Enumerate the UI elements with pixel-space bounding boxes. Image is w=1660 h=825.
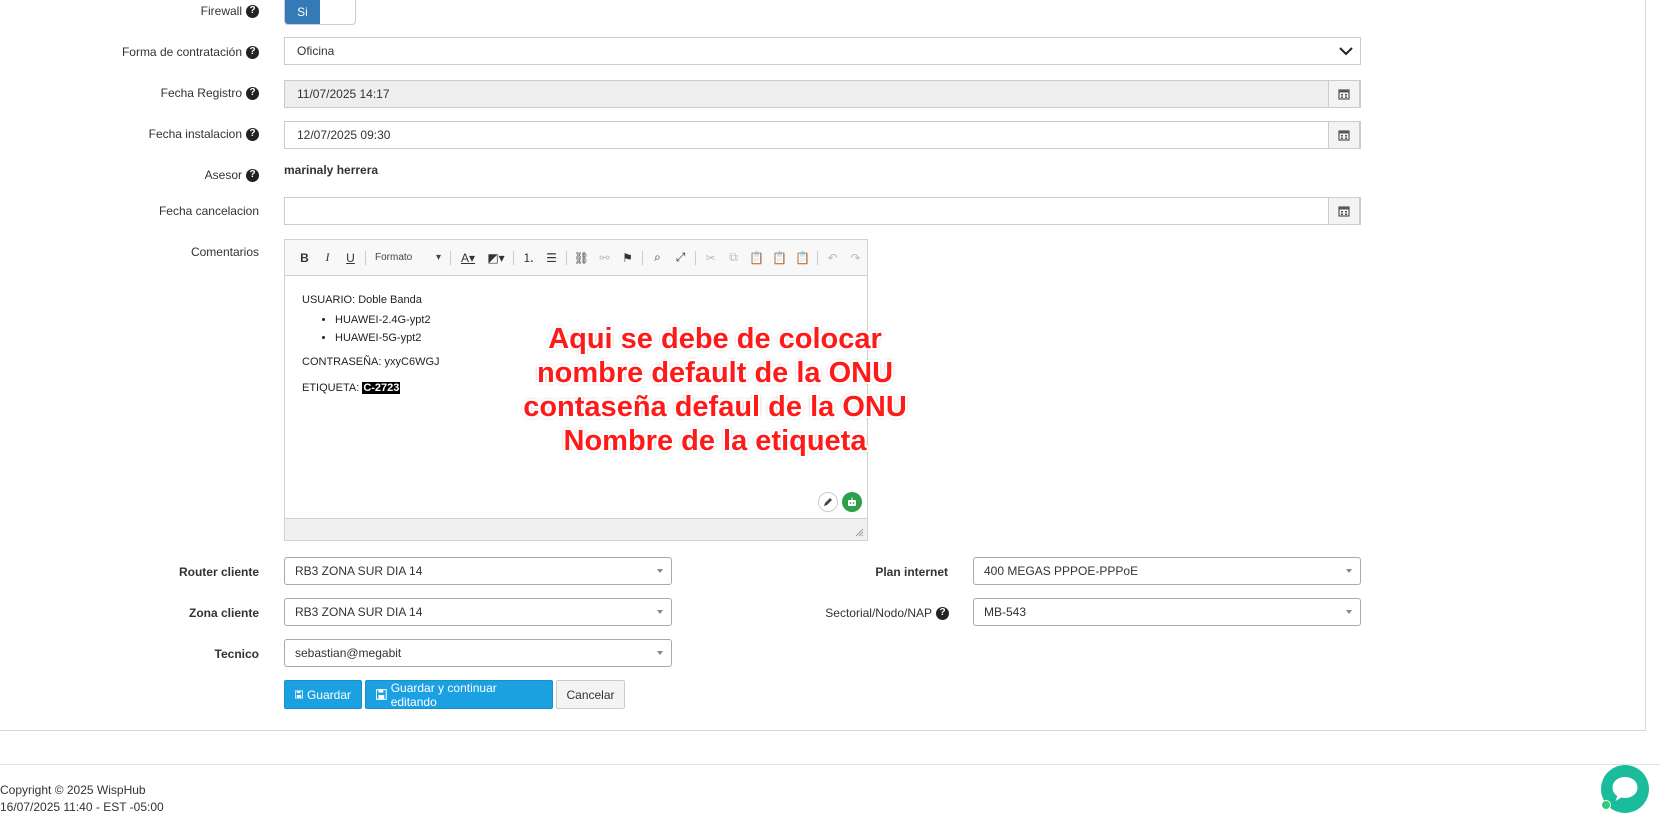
- comments-label: Comentarios: [190, 245, 259, 259]
- sector-select[interactable]: MB-543: [973, 598, 1361, 626]
- online-status-dot: [1601, 800, 1611, 810]
- link-icon[interactable]: ⛓: [570, 247, 593, 269]
- calendar-icon: [1338, 206, 1350, 217]
- help-icon[interactable]: ?: [246, 168, 259, 182]
- floppy-icon: [295, 690, 303, 699]
- plan-label: Plan internet: [875, 565, 948, 579]
- zone-select[interactable]: RB3 ZONA SUR DIA 14: [284, 598, 672, 626]
- caret-down-icon: [1346, 569, 1352, 573]
- toolbar-separator: [450, 250, 451, 265]
- italic-icon[interactable]: I: [316, 247, 339, 269]
- save-continue-button[interactable]: Guardar y continuar editando: [365, 680, 553, 709]
- bold-icon[interactable]: B: [293, 247, 316, 269]
- advisor-label: Asesor ?: [205, 168, 259, 182]
- firewall-toggle[interactable]: Si: [284, 0, 356, 25]
- toolbar-separator: [817, 250, 818, 265]
- calendar-icon: [1338, 89, 1350, 100]
- router-label: Router cliente: [178, 565, 259, 579]
- footer-divider: [0, 764, 1660, 765]
- chat-bubble-icon: [1612, 777, 1638, 801]
- calendar-button[interactable]: [1328, 80, 1360, 108]
- bulleted-list-icon[interactable]: ☰: [540, 247, 563, 269]
- zone-label: Zona cliente: [188, 606, 259, 620]
- caret-down-icon: [657, 610, 663, 614]
- install-date-field[interactable]: 12/07/2025 09:30: [284, 121, 1361, 149]
- cut-icon[interactable]: ✂: [699, 247, 722, 269]
- copyright: Copyright © 2025 WispHub: [0, 783, 146, 797]
- footer-datetime: 16/07/2025 11:40 - EST -05:00: [0, 800, 164, 814]
- install-date-label: Fecha instalacion ?: [149, 127, 259, 141]
- save-button[interactable]: Guardar: [284, 680, 362, 709]
- calendar-button[interactable]: [1328, 197, 1360, 225]
- toolbar-separator: [642, 250, 643, 265]
- floppy-icon: [376, 689, 387, 700]
- calendar-icon: [1338, 130, 1350, 141]
- advisor-value: marinaly herrera: [284, 163, 379, 177]
- toolbar-separator: [695, 250, 696, 265]
- cancel-date-label: Fecha cancelacion: [158, 204, 259, 218]
- text-color-icon[interactable]: A▾: [454, 247, 482, 269]
- assistant-icon[interactable]: [842, 492, 862, 512]
- calendar-button[interactable]: [1328, 121, 1360, 149]
- cancel-button[interactable]: Cancelar: [556, 680, 625, 709]
- maximize-icon[interactable]: ⤢: [669, 247, 692, 269]
- register-date-label: Fecha Registro ?: [161, 86, 259, 100]
- paste-word-icon[interactable]: 📋: [791, 247, 814, 269]
- pen-icon[interactable]: [818, 492, 838, 512]
- help-icon[interactable]: ?: [246, 45, 259, 59]
- help-icon[interactable]: ?: [936, 606, 949, 620]
- footer: Copyright © 2025 WispHub 16/07/2025 11:4…: [0, 782, 164, 816]
- usuario-line: USUARIO: Doble Banda: [302, 294, 422, 306]
- caret-down-icon: [657, 569, 663, 573]
- editor-statusbar: [285, 518, 867, 540]
- underline-icon[interactable]: U: [339, 247, 362, 269]
- technician-label: Tecnico: [214, 647, 259, 661]
- help-icon[interactable]: ?: [246, 127, 259, 141]
- toolbar-separator: [365, 250, 366, 265]
- caret-down-icon: ▾: [435, 252, 441, 263]
- register-date-field: 11/07/2025 14:17: [284, 80, 1361, 108]
- help-icon[interactable]: ?: [246, 4, 259, 18]
- contract-type-select[interactable]: Oficina: [284, 37, 1361, 65]
- toolbar-separator: [566, 250, 567, 265]
- cancel-date-field[interactable]: [284, 197, 1361, 225]
- sector-label: Sectorial/Nodo/NAP ?: [825, 606, 949, 620]
- undo-icon[interactable]: ↶: [821, 247, 844, 269]
- background-color-icon[interactable]: ◩▾: [482, 247, 510, 269]
- toolbar-separator: [513, 250, 514, 265]
- preview-icon[interactable]: ⌕: [646, 247, 669, 269]
- redo-icon[interactable]: ↷: [844, 247, 867, 269]
- red-annotation: Aqui se debe de colocar nombre default d…: [523, 323, 907, 457]
- format-dropdown[interactable]: Formato ▾: [369, 247, 447, 269]
- numbered-list-icon[interactable]: ⒈: [517, 247, 540, 269]
- technician-select[interactable]: sebastian@megabit: [284, 639, 672, 667]
- paste-text-icon[interactable]: 📋: [768, 247, 791, 269]
- anchor-flag-icon[interactable]: ⚑: [616, 247, 639, 269]
- editor-extension-icons: [818, 492, 862, 512]
- firewall-label: Firewall ?: [201, 4, 259, 18]
- unlink-icon[interactable]: ⚯: [593, 247, 616, 269]
- caret-down-icon: [657, 651, 663, 655]
- plan-select[interactable]: 400 MEGAS PPPOE-PPPoE: [973, 557, 1361, 585]
- firewall-toggle-on[interactable]: Si: [285, 0, 320, 24]
- chevron-down-icon: [1339, 47, 1353, 56]
- tag-value: C-2723: [362, 382, 401, 394]
- editor-toolbar: B I U Formato ▾ A▾ ◩▾ ⒈ ☰ ⛓ ⚯ ⚑ ⌕ ⤢ ✂ ⧉ 📋…: [285, 240, 867, 276]
- router-select[interactable]: RB3 ZONA SUR DIA 14: [284, 557, 672, 585]
- caret-down-icon: [1346, 610, 1352, 614]
- help-icon[interactable]: ?: [246, 86, 259, 100]
- copy-icon[interactable]: ⧉: [722, 247, 745, 269]
- resize-handle-icon[interactable]: [855, 528, 864, 537]
- paste-icon[interactable]: 📋: [745, 247, 768, 269]
- contract-type-label: Forma de contratación ?: [122, 45, 259, 59]
